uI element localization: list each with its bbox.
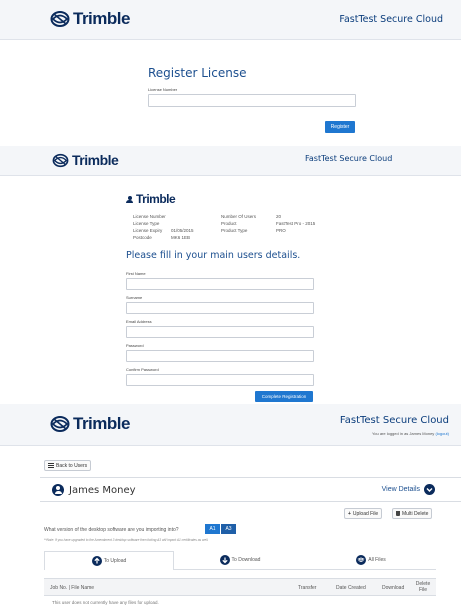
version-note: **Note: If you have upgraded to the Amen… bbox=[44, 538, 209, 542]
version-question: What version of the desktop software are… bbox=[44, 527, 179, 533]
section-heading: Please fill in your main users details. bbox=[126, 250, 301, 261]
info-product-type-value: PRO bbox=[276, 228, 286, 233]
confirm-password-input[interactable] bbox=[126, 374, 314, 386]
info-license-number-label: License Number bbox=[133, 214, 166, 219]
tab-to-upload[interactable]: To Upload bbox=[44, 551, 174, 570]
arrow-down-circle-icon bbox=[219, 555, 230, 565]
info-license-type-label: License Type bbox=[133, 221, 160, 226]
col-header-date-created[interactable]: Date Created bbox=[336, 585, 366, 591]
multi-delete-button[interactable]: Multi Delete bbox=[392, 508, 433, 519]
info-num-users-value: 20 bbox=[276, 214, 282, 219]
trimble-globe-icon bbox=[50, 415, 70, 433]
password-label: Password bbox=[126, 343, 144, 348]
password-input[interactable] bbox=[126, 350, 314, 362]
license-number-input[interactable] bbox=[148, 94, 356, 107]
upload-file-label: Upload File bbox=[352, 510, 379, 517]
user-name: James Money bbox=[69, 484, 136, 496]
trimble-globe-icon bbox=[52, 153, 69, 168]
chevron-down-circle-icon bbox=[424, 484, 435, 495]
tab-to-upload-label: To Upload bbox=[103, 558, 127, 564]
col-header-file-name[interactable]: Job No. | File Name bbox=[50, 585, 94, 591]
version-option-a3[interactable]: A3 bbox=[221, 524, 236, 534]
info-license-expiry-label: License Expiry bbox=[133, 228, 163, 233]
files-table-header: Job No. | File Name Transfer Date Create… bbox=[44, 578, 436, 596]
tab-to-download-label: To Download bbox=[231, 557, 261, 563]
logout-link[interactable]: (logout) bbox=[435, 431, 449, 436]
empty-table-message: This user does not currently have any fi… bbox=[52, 600, 159, 605]
complete-registration-button[interactable]: Complete Registration bbox=[255, 391, 313, 402]
upload-file-button[interactable]: + Upload File bbox=[344, 508, 383, 519]
surname-input[interactable] bbox=[126, 302, 314, 314]
logged-in-status: You are logged in as James Money (logout… bbox=[372, 431, 449, 436]
person-icon bbox=[126, 195, 133, 203]
app-title: FastTest Secure Cloud bbox=[339, 415, 449, 426]
brand-text: Trimble bbox=[73, 414, 130, 433]
col-header-transfer[interactable]: Transfer bbox=[298, 585, 316, 591]
col-header-download[interactable]: Download bbox=[382, 585, 404, 591]
info-postcode-label: Postcode bbox=[133, 235, 152, 240]
version-option-a1[interactable]: A1 bbox=[205, 524, 220, 534]
logged-in-text: You are logged in as James Money bbox=[371, 431, 435, 436]
panel1-header: Trimble FastTest Secure Cloud bbox=[0, 0, 461, 40]
license-number-label: License Number bbox=[148, 87, 178, 92]
trimble-logo: Trimble bbox=[50, 414, 130, 434]
user-details-panel: Trimble FastTest Secure Cloud Trimble Li… bbox=[0, 146, 461, 404]
confirm-password-label: Confirm Password bbox=[126, 367, 159, 372]
view-details-label: View Details bbox=[381, 486, 420, 493]
info-license-expiry-value: 01/05/2015 bbox=[171, 228, 194, 233]
trimble-globe-icon bbox=[50, 10, 70, 28]
panel3-header: Trimble FastTest Secure Cloud You are lo… bbox=[0, 404, 461, 446]
register-license-panel: Trimble FastTest Secure Cloud Register L… bbox=[0, 0, 461, 146]
trimble-logo: Trimble bbox=[50, 9, 130, 29]
info-product-type-label: Product Type bbox=[221, 228, 248, 233]
app-title: FastTest Secure Cloud bbox=[339, 14, 443, 25]
info-postcode-value: MK6 1EB bbox=[171, 235, 191, 240]
list-icon bbox=[48, 463, 54, 468]
col-header-delete-file[interactable]: Delete File bbox=[414, 581, 432, 593]
user-files-panel: Trimble FastTest Secure Cloud You are lo… bbox=[0, 404, 461, 606]
trimble-logo: Trimble bbox=[52, 152, 119, 168]
brand-text: Trimble bbox=[73, 9, 130, 28]
first-name-label: First Name bbox=[126, 271, 146, 276]
back-to-users-label: Back to Users bbox=[56, 462, 88, 469]
user-row: James Money bbox=[52, 483, 136, 497]
panel2-header: Trimble FastTest Secure Cloud bbox=[0, 146, 461, 176]
divider bbox=[40, 501, 461, 502]
email-label: Email Address bbox=[126, 319, 152, 324]
trash-icon bbox=[396, 511, 400, 516]
tab-to-download[interactable]: To Download bbox=[174, 551, 306, 570]
brand-text: Trimble bbox=[72, 152, 119, 168]
files-circle-icon bbox=[356, 555, 367, 565]
info-num-users-label: Number Of Users bbox=[221, 214, 257, 219]
arrow-up-circle-icon bbox=[91, 556, 102, 566]
first-name-input[interactable] bbox=[126, 278, 314, 290]
tab-all-files-label: All Files bbox=[368, 557, 386, 563]
app-title: FastTest Secure Cloud bbox=[305, 154, 393, 163]
card-trimble-logo: Trimble bbox=[126, 192, 176, 206]
card-brand-text: Trimble bbox=[136, 192, 176, 206]
multi-delete-label: Multi Delete bbox=[402, 510, 429, 517]
back-to-users-button[interactable]: Back to Users bbox=[44, 460, 92, 471]
license-info: License Number License Type License Expi… bbox=[133, 214, 333, 244]
plus-icon: + bbox=[348, 510, 351, 517]
info-product-label: Product bbox=[221, 221, 237, 226]
view-details-link[interactable]: View Details bbox=[382, 484, 435, 495]
email-input[interactable] bbox=[126, 326, 314, 338]
info-product-value: FastTest Pro - 2015 bbox=[276, 221, 316, 226]
user-avatar-icon bbox=[52, 484, 64, 496]
register-button[interactable]: Register bbox=[325, 121, 355, 133]
divider bbox=[40, 477, 461, 478]
surname-label: Surname bbox=[126, 295, 143, 300]
page-title: Register License bbox=[148, 66, 247, 80]
tab-all-files[interactable]: All Files bbox=[306, 551, 436, 570]
